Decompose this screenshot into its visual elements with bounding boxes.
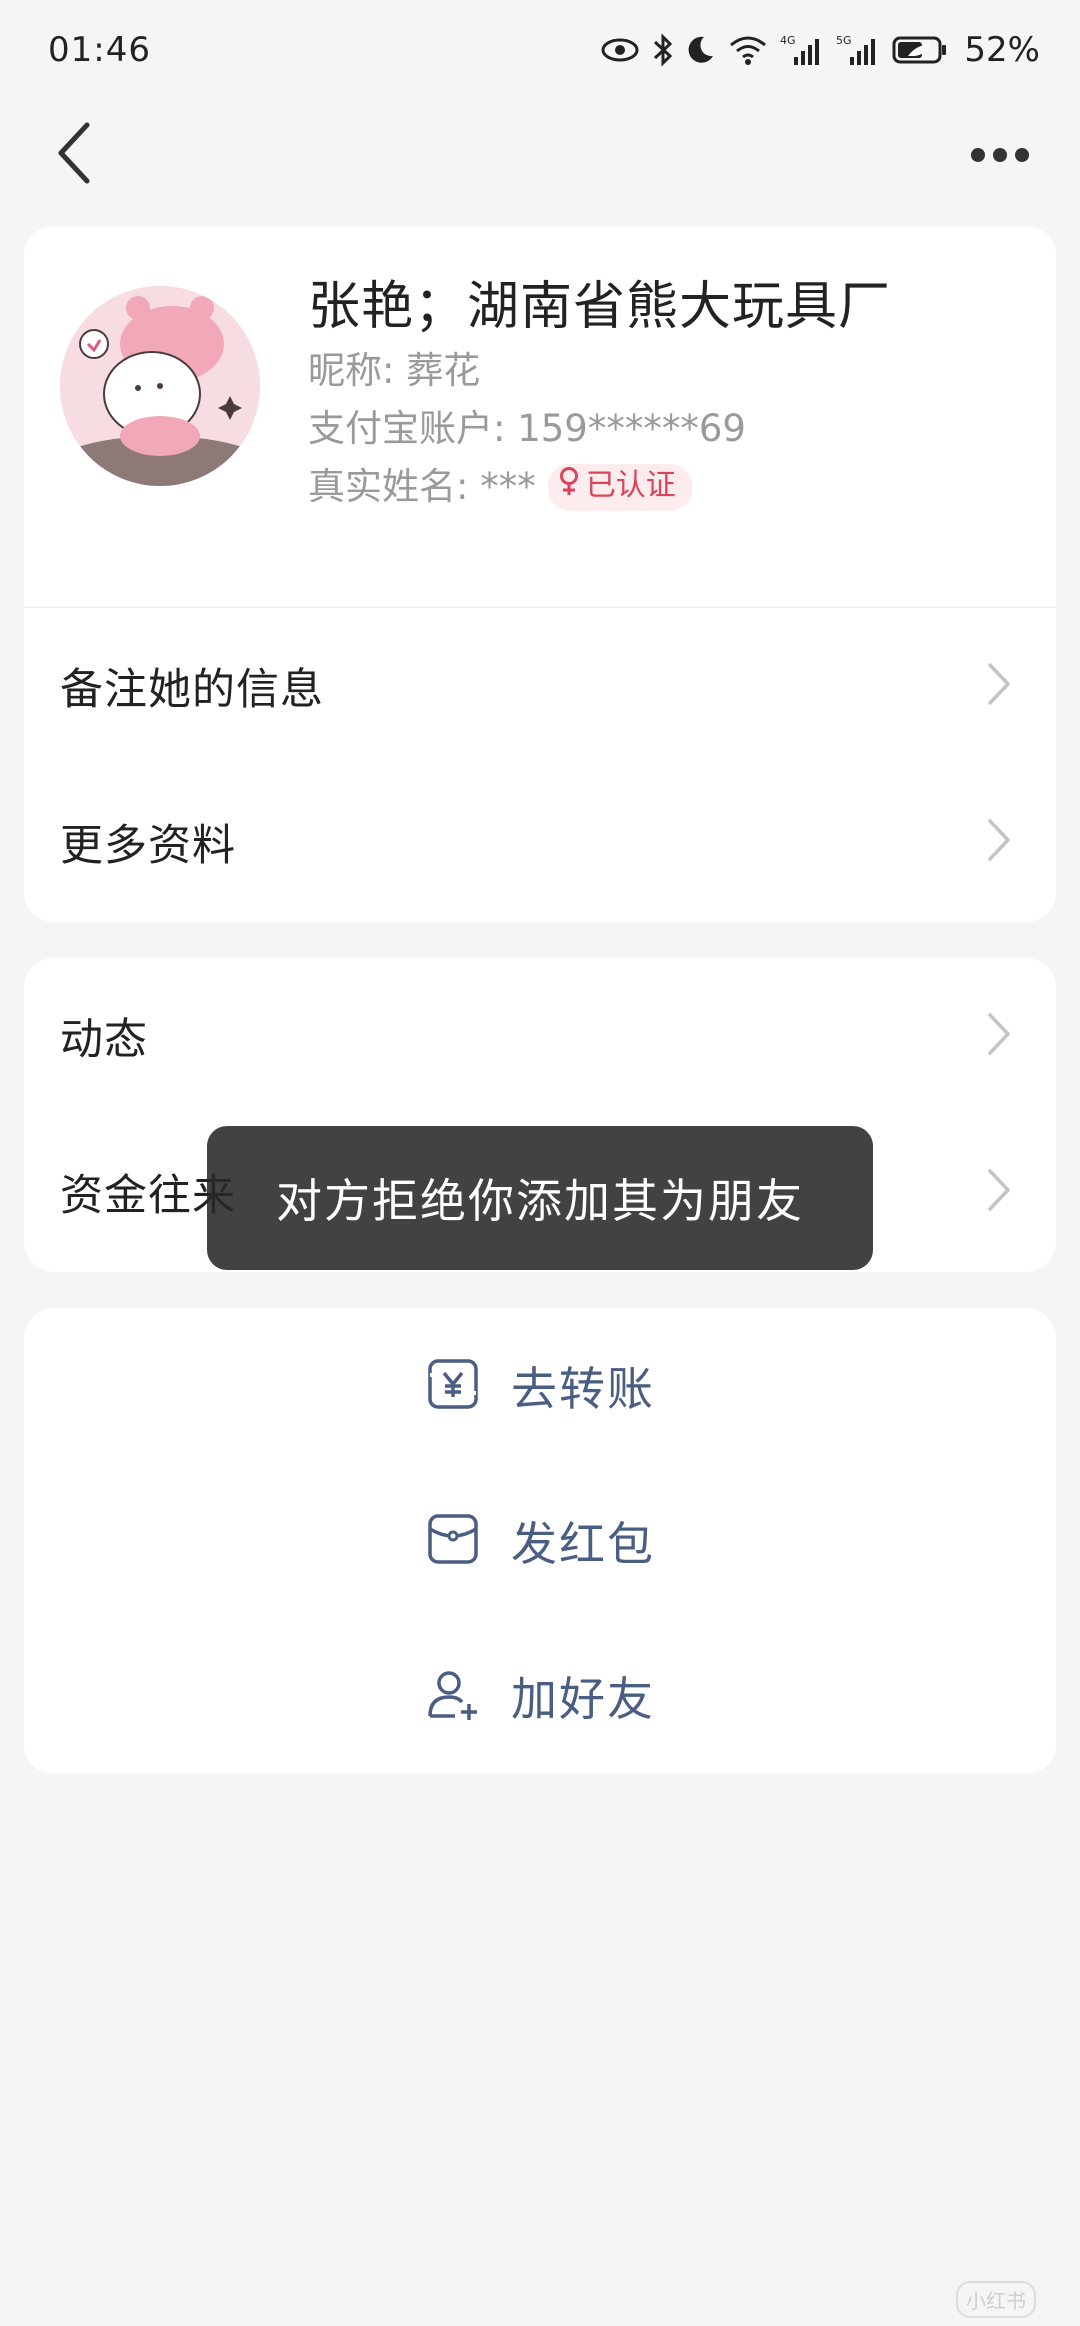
battery-percent: 52% <box>964 30 1040 70</box>
row-remark-info[interactable]: 备注她的信息 <box>24 608 1056 764</box>
row-more-info[interactable]: 更多资料 <box>24 764 1056 920</box>
chevron-right-icon <box>986 1167 1012 1217</box>
status-icons: 4G 5G 52% <box>600 30 1040 70</box>
add-friend-icon <box>425 1666 481 1726</box>
profile-real-name: 真实姓名: *** <box>308 465 536 508</box>
status-time: 01:46 <box>48 30 151 70</box>
row-label: 备注她的信息 <box>60 665 324 715</box>
action-label: 发红包 <box>511 1516 655 1571</box>
eye-icon <box>600 36 640 64</box>
transfer-button[interactable]: 去转账 <box>24 1308 1056 1463</box>
action-label: 加好友 <box>511 1671 655 1726</box>
profile-alipay-account: 支付宝账户: 159******69 <box>308 407 746 450</box>
more-button[interactable] <box>960 130 1040 180</box>
profile-info: 张艳；湖南省熊大玩具厂 昵称: 葬花 支付宝账户: 159******69 真实… <box>308 272 891 516</box>
profile-name: 张艳；湖南省熊大玩具厂 <box>308 277 892 337</box>
chevron-right-icon <box>986 1011 1012 1061</box>
moon-icon <box>686 34 716 66</box>
top-nav <box>0 110 1080 200</box>
profile-card: 张艳；湖南省熊大玩具厂 昵称: 葬花 支付宝账户: 159******69 真实… <box>24 226 1056 922</box>
profile-header: 张艳；湖南省熊大玩具厂 昵称: 葬花 支付宝账户: 159******69 真实… <box>24 226 1056 608</box>
red-envelope-icon <box>425 1511 481 1571</box>
svg-text:5G: 5G <box>836 34 852 47</box>
profile-nickname: 昵称: 葬花 <box>308 349 481 392</box>
bluetooth-icon <box>652 33 674 67</box>
battery-icon <box>892 35 948 65</box>
add-friend-button[interactable]: 加好友 <box>24 1618 1056 1773</box>
chevron-right-icon <box>986 661 1012 711</box>
more-dots-icon-dot <box>971 148 985 162</box>
status-bar: 01:46 4G 5G 52% <box>0 0 1080 100</box>
action-label: 去转账 <box>511 1361 655 1416</box>
profile-real-name-row: 真实姓名: *** 已认证 <box>308 458 891 516</box>
red-envelope-button[interactable]: 发红包 <box>24 1463 1056 1618</box>
more-dots-icon-dot <box>1015 148 1029 162</box>
more-dots-icon-dot <box>993 148 1007 162</box>
row-moments[interactable]: 动态 <box>24 958 1056 1114</box>
verified-badge: 已认证 <box>547 463 692 511</box>
avatar[interactable] <box>60 286 260 486</box>
signal-4g-icon: 4G <box>780 33 824 67</box>
svg-text:4G: 4G <box>780 34 796 47</box>
verified-label: 已认证 <box>585 468 676 503</box>
transfer-yuan-icon <box>425 1356 481 1416</box>
signal-5g-icon: 5G <box>836 33 880 67</box>
row-label: 动态 <box>60 1015 148 1065</box>
wifi-icon <box>728 34 768 66</box>
chevron-right-icon <box>986 817 1012 867</box>
watermark: 小红书 <box>956 2281 1036 2318</box>
toast-message: 对方拒绝你添加其为朋友 <box>207 1126 873 1270</box>
row-label: 更多资料 <box>60 821 236 871</box>
chevron-left-icon <box>55 121 95 189</box>
back-button[interactable] <box>40 120 110 190</box>
female-icon <box>558 466 580 507</box>
actions-card: 去转账 发红包 加好友 <box>24 1308 1056 1774</box>
